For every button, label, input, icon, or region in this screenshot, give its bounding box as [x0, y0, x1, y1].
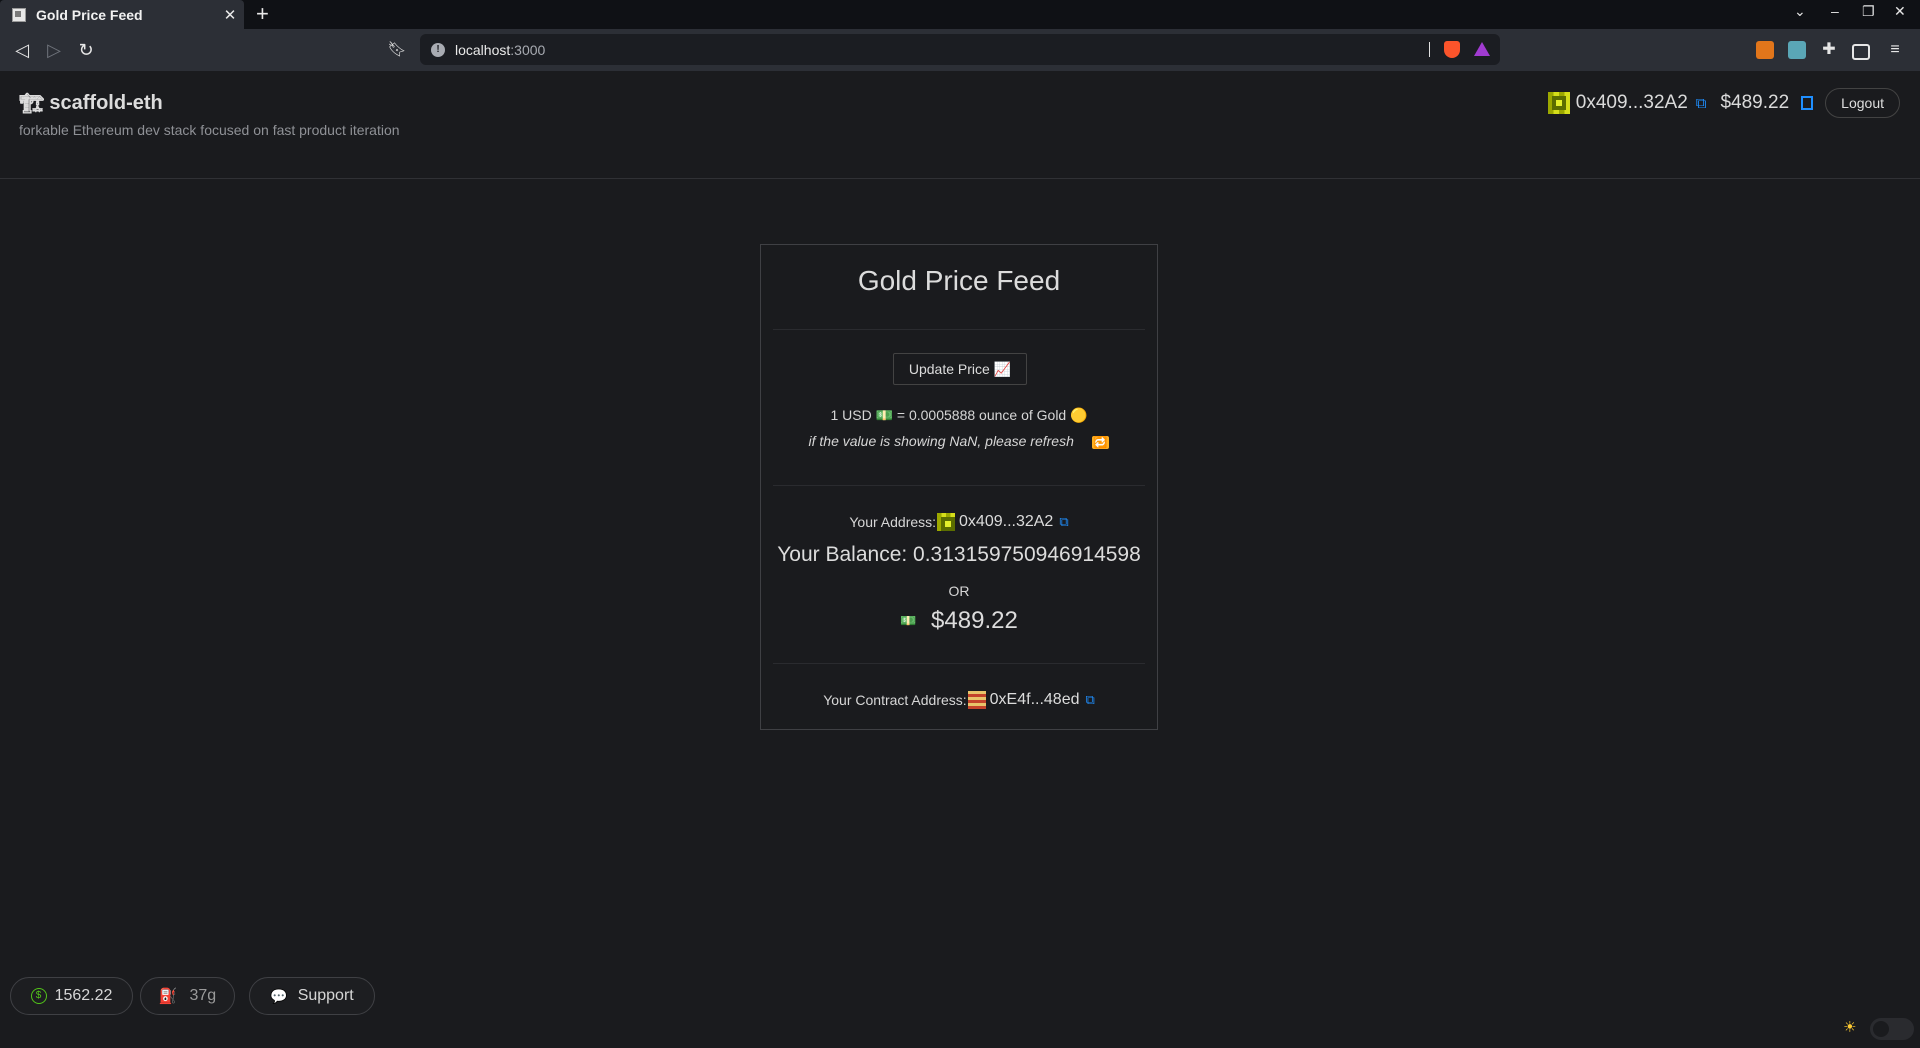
card-title: Gold Price Feed — [857, 265, 1061, 296]
forward-icon[interactable]: ▷ — [43, 39, 65, 61]
your-address-line: Your Address: 0x409...32A2 ⧉ — [761, 513, 1157, 531]
refresh-hint: if the value is showing NaN, please refr… — [808, 433, 1074, 449]
contract-avatar — [967, 691, 986, 709]
avatar — [1547, 92, 1570, 114]
metamask-extension-icon[interactable] — [1756, 41, 1774, 59]
back-icon[interactable]: ◁ — [11, 39, 33, 61]
usd-balance-line: 💵 $489.22 — [761, 607, 1157, 635]
header-divider — [0, 178, 1920, 179]
gas-price-button[interactable]: ⛽ 37g — [140, 977, 235, 1015]
balance-text: Your Balance: 0.313159750946914598 — [777, 543, 1141, 566]
or-text: OR — [948, 583, 970, 599]
account-widget: 0x409...32A2 ⧉ $489.22 Logout — [1547, 88, 1900, 118]
chat-icon: 💬 — [270, 987, 288, 1004]
support-label: Support — [297, 987, 354, 1004]
price-value: = 0.0005888 ounce of Gold — [896, 407, 1067, 423]
copy-icon[interactable]: ⧉ — [1696, 95, 1707, 112]
price-usd: 1 USD — [830, 407, 872, 423]
refresh-hint-line: if the value is showing NaN, please refr… — [761, 433, 1157, 449]
eth-price: 1562.22 — [54, 987, 113, 1004]
copy-icon[interactable]: ⧉ — [1086, 692, 1095, 708]
close-window-icon[interactable]: ✕ — [1894, 3, 1906, 20]
tab-list-chevron-icon[interactable]: ⌄ — [1794, 3, 1806, 20]
extensions-puzzle-icon[interactable]: ✚ — [1820, 41, 1838, 59]
dollar-icon: $ — [30, 988, 47, 1004]
gold-price-card: Gold Price Feed Update Price 📈 1 USD 💵 =… — [760, 244, 1158, 730]
brave-rewards-icon[interactable] — [1474, 42, 1490, 56]
usd-balance: $489.22 — [931, 607, 1018, 634]
reload-icon[interactable]: ↻ — [75, 39, 97, 61]
card-divider — [773, 663, 1145, 664]
new-tab-button[interactable]: + — [256, 3, 269, 25]
tab-close-icon[interactable]: ✕ — [220, 6, 240, 24]
theme-toggle[interactable] — [1870, 1018, 1914, 1040]
price-line: 1 USD 💵 = 0.0005888 ounce of Gold 🟡 — [761, 407, 1157, 424]
contract-label: Your Contract Address: — [823, 692, 967, 708]
card-divider — [773, 329, 1145, 330]
toggle-knob — [1873, 1021, 1889, 1037]
wallet-icon[interactable] — [1852, 44, 1870, 60]
address-avatar — [937, 513, 956, 531]
brand-subtitle: forkable Ethereum dev stack focused on f… — [19, 122, 400, 138]
brand[interactable]: 🏗 scaffold-eth forkable Ethereum dev sta… — [19, 91, 400, 138]
money-icon: 💵 — [900, 613, 917, 628]
gas-pump-icon: ⛽ — [158, 988, 178, 1005]
minimize-icon[interactable]: – — [1831, 3, 1839, 19]
contract-address[interactable]: 0xE4f...48ed — [990, 691, 1080, 709]
address-label: Your Address: — [849, 514, 937, 530]
account-balance[interactable]: $489.22 — [1720, 92, 1789, 114]
bookmark-icon[interactable]: 🔖︎ — [386, 39, 408, 61]
browser-tab-bar: Gold Price Feed ✕ + ⌄ – ❐ ✕ — [0, 0, 1920, 29]
update-price-button[interactable]: Update Price 📈 — [893, 353, 1027, 385]
browser-toolbar: ◁ ▷ ↻ 🔖︎ ! localhost:3000 ✚ ≡ — [0, 29, 1920, 71]
brand-title: scaffold-eth — [49, 92, 163, 114]
menu-icon[interactable]: ≡ — [1886, 41, 1904, 59]
address-bar[interactable]: ! localhost:3000 — [420, 34, 1500, 65]
extension-icon[interactable] — [1788, 41, 1806, 59]
logout-button[interactable]: Logout — [1825, 88, 1900, 118]
site-info-icon[interactable]: ! — [431, 42, 445, 57]
browser-tab[interactable]: Gold Price Feed ✕ — [0, 0, 244, 29]
gas-price: 37g — [189, 987, 217, 1004]
page-content: 🏗 scaffold-eth forkable Ethereum dev sta… — [0, 71, 1920, 1048]
gold-icon: 🟡 — [1070, 407, 1088, 423]
page-favicon-icon — [12, 7, 26, 22]
contract-address-line: Your Contract Address: 0xE4f...48ed ⧉ — [761, 691, 1157, 709]
account-address[interactable]: 0x409...32A2 — [1576, 92, 1688, 114]
money-icon: 💵 — [875, 407, 894, 423]
wallet-icon[interactable] — [1801, 96, 1814, 110]
card-divider — [773, 485, 1145, 486]
crane-icon: 🏗 — [19, 93, 45, 115]
restore-icon[interactable]: ❐ — [1862, 3, 1875, 20]
refresh-icon[interactable]: 🔁 — [1091, 436, 1110, 449]
brand-title-row: 🏗 scaffold-eth — [19, 91, 400, 116]
brave-shields-icon[interactable] — [1444, 41, 1460, 58]
tab-title: Gold Price Feed — [36, 6, 143, 23]
copy-icon[interactable]: ⧉ — [1059, 514, 1068, 530]
support-button[interactable]: 💬 Support — [249, 977, 375, 1015]
url-divider — [1429, 42, 1430, 57]
address-value[interactable]: 0x409...32A2 — [959, 513, 1053, 531]
eth-price-button[interactable]: $ 1562.22 — [10, 977, 133, 1015]
sun-icon: ☀ — [1843, 1019, 1857, 1036]
url-text[interactable]: localhost:3000 — [455, 42, 545, 58]
